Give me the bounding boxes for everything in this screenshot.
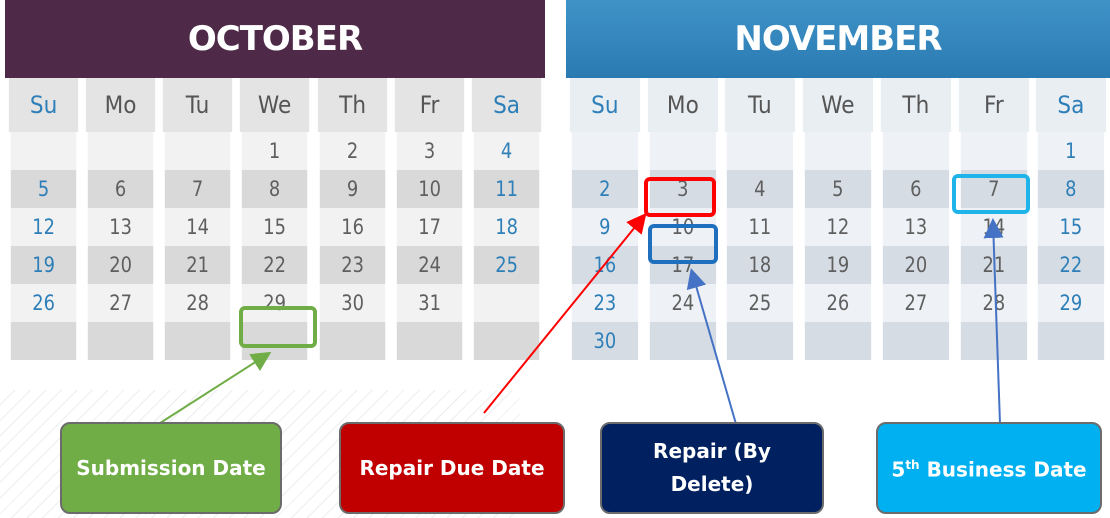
legend-fifth-business-label: 5th Business Date (891, 457, 1087, 482)
legend-submission-label: Submission Date (76, 455, 266, 480)
legend-repair-due-label: Repair Due Date (359, 455, 545, 480)
arrow-fifth-business (983, 218, 1004, 425)
legend-submission-date: Submission Date (60, 422, 282, 514)
arrow-repair-by-delete (686, 268, 737, 425)
legend-repair-by-delete: Repair (By Delete) (600, 422, 824, 514)
legend-fifth-business-date: 5th Business Date (876, 422, 1102, 514)
arrow-submission (156, 351, 272, 426)
arrow-repair-due (483, 212, 647, 414)
legend-repair-by-delete-label: Repair (By Delete) (653, 439, 771, 496)
legend-repair-due-date: Repair Due Date (339, 422, 565, 514)
